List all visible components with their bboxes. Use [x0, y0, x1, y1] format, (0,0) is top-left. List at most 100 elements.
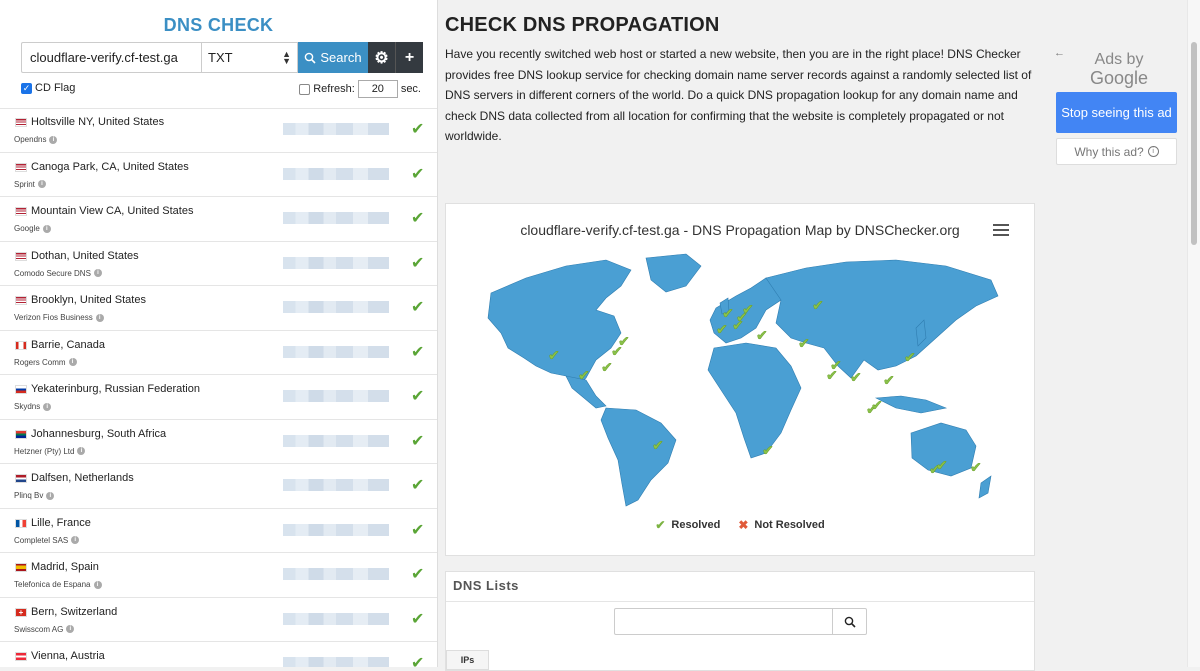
why-this-ad-button[interactable]: Why this ad? i [1056, 138, 1177, 165]
flag-icon [15, 118, 27, 127]
server-provider: Opendns i [14, 135, 58, 144]
server-provider: Telefonica de Espana i [14, 580, 102, 589]
domain-input[interactable] [21, 42, 201, 73]
svg-text:✔: ✔ [762, 443, 774, 459]
server-row[interactable]: Yekaterinburg, Russian Federation Skydns i… [0, 375, 437, 420]
server-row[interactable]: Barrie, Canada Rogers Comm i ✔ [0, 331, 437, 375]
server-row[interactable]: Vienna, AustriaHutchison Drei Austria Gm… [0, 642, 437, 667]
svg-text:✔: ✔ [798, 336, 810, 352]
refresh-label: Refresh: [313, 83, 355, 95]
legend-resolved-label: Resolved [671, 519, 721, 531]
check-icon: ✔ [411, 343, 425, 361]
cd-flag-checkbox[interactable]: ✓ [21, 82, 32, 94]
dns-check-panel: DNS CHECK TXT ▲▼ Search ⚙ + ✓ CD Flag Re… [0, 0, 438, 667]
server-row[interactable]: Dalfsen, Netherlands Plinq Bv i ✔ [0, 464, 437, 509]
why-this-ad-label: Why this ad? [1074, 144, 1144, 159]
dns-lists-search-button[interactable] [832, 608, 867, 635]
dns-lists-search-input[interactable] [614, 608, 833, 635]
map-title: cloudflare-verify.cf-test.ga - DNS Propa… [520, 222, 960, 238]
svg-text:✔: ✔ [936, 458, 948, 474]
svg-text:✔: ✔ [826, 368, 838, 384]
flag-icon [15, 340, 27, 350]
refresh-checkbox[interactable] [299, 83, 311, 95]
info-icon[interactable]: i [42, 224, 51, 233]
dns-lists-card: DNS Lists IPs [445, 571, 1035, 671]
info-icon[interactable]: i [46, 491, 55, 500]
server-row[interactable]: Brooklyn, United States Verizon Fios Busi… [0, 286, 437, 331]
info-icon[interactable]: i [95, 313, 104, 322]
server-provider: Plinq Bv i [14, 491, 55, 500]
flag-icon [15, 429, 27, 439]
scrollbar-thumb[interactable] [1191, 42, 1197, 245]
search-button[interactable]: Search [298, 42, 368, 73]
provider-name: Hetzner (Pty) Ltd [14, 446, 75, 456]
search-icon [305, 52, 316, 64]
server-provider: Swisscom AG i [14, 624, 75, 634]
server-row[interactable]: Johannesburg, South Africa Hetzner (Pty) … [0, 420, 437, 464]
ads-by-label: Ads by [1094, 51, 1144, 68]
server-row[interactable]: + Bern, Switzerland Swisscom AG i ✔ [0, 598, 437, 642]
svg-text:✔: ✔ [904, 350, 916, 366]
server-location: Mountain View CA, United States [31, 205, 194, 217]
legend-resolved[interactable]: ✔ Resolved [655, 518, 720, 532]
info-icon[interactable]: i [68, 358, 77, 366]
server-location: Bern, Switzerland [31, 605, 118, 618]
server-row[interactable]: Mountain View CA, United States Google i ✔ [0, 197, 437, 242]
provider-name: Swisscom AG [14, 624, 64, 634]
server-row[interactable]: Canoga Park, CA, United States Sprint i ✔ [0, 153, 437, 197]
info-icon[interactable]: i [93, 580, 102, 589]
search-row: TXT ▲▼ Search ⚙ + [21, 42, 423, 73]
server-row[interactable]: Madrid, Spain Telefonica de Espana i ✔ [0, 553, 437, 598]
server-provider: Google i [14, 224, 51, 233]
info-icon[interactable]: i [93, 269, 102, 277]
server-location: Dothan, United States [31, 249, 139, 262]
check-icon: ✔ [411, 254, 425, 272]
server-row[interactable]: Lille, France Completel SAS i ✔ [0, 509, 437, 553]
divider [446, 601, 1034, 602]
result-value-redacted [283, 212, 389, 224]
stop-seeing-ad-button[interactable]: Stop seeing this ad [1056, 92, 1177, 133]
info-icon[interactable]: i [43, 402, 52, 411]
options-row: ✓ CD Flag Refresh: 20 sec. [21, 80, 421, 100]
info-icon[interactable]: i [77, 447, 86, 455]
server-row[interactable]: Holtsville NY, United States Opendns i ✔ [0, 108, 437, 153]
page-scrollbar[interactable] [1187, 0, 1200, 667]
tab-ips[interactable]: IPs [446, 650, 489, 670]
flag-icon: + [15, 607, 27, 617]
result-value-redacted [283, 390, 389, 402]
result-value-redacted [283, 167, 389, 180]
provider-name: Comodo Secure DNS [14, 268, 91, 278]
record-type-value: TXT [208, 50, 233, 65]
server-provider: Comodo Secure DNS i [14, 269, 102, 278]
result-value-redacted [283, 523, 389, 536]
ad-panel: ← Ads by Google Stop seeing this ad Why … [1049, 42, 1183, 667]
search-icon [844, 616, 856, 628]
server-row[interactable]: Dothan, United States Comodo Secure DNS i ✔ [0, 242, 437, 286]
server-provider: Rogers Comm i [14, 358, 77, 367]
svg-text:✔: ✔ [716, 322, 728, 338]
server-location: Barrie, Canada [31, 338, 105, 351]
back-arrow-icon[interactable]: ← [1054, 47, 1065, 59]
result-value-redacted [283, 123, 389, 135]
svg-text:✔: ✔ [970, 460, 982, 476]
panel-title: DNS CHECK [163, 15, 274, 35]
flag-icon [15, 162, 27, 172]
info-icon: i [1147, 146, 1159, 157]
legend-not-resolved[interactable]: ✖ Not Resolved [738, 518, 824, 532]
info-icon[interactable]: i [37, 180, 46, 188]
provider-name: Rogers Comm [14, 357, 66, 367]
provider-name: Opendns [14, 135, 47, 144]
result-value-redacted [283, 434, 389, 447]
info-icon[interactable]: i [49, 135, 58, 144]
settings-button[interactable]: ⚙ [368, 42, 396, 73]
add-button[interactable]: + [396, 42, 423, 73]
plus-icon: + [404, 48, 415, 66]
chart-menu-icon[interactable] [993, 224, 1009, 236]
refresh-interval-input[interactable]: 20 [357, 80, 398, 98]
provider-name: Telefonica de Espana [14, 580, 91, 589]
info-icon[interactable]: i [66, 625, 75, 633]
record-type-select[interactable]: TXT ▲ ▼ [201, 42, 298, 73]
svg-text:✔: ✔ [548, 348, 560, 364]
cd-flag-toggle[interactable]: ✓ CD Flag [21, 82, 75, 94]
info-icon[interactable]: i [71, 536, 80, 544]
